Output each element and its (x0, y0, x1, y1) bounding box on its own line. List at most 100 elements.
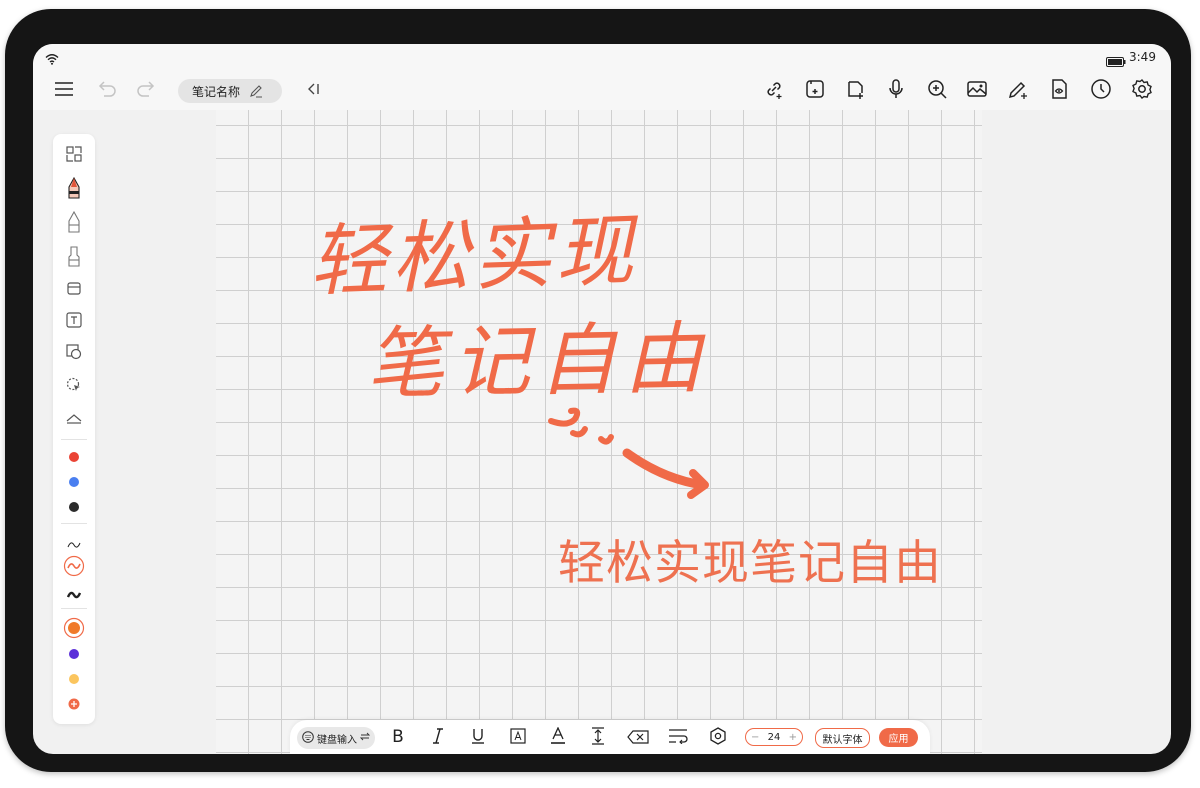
sidebar-divider (61, 608, 87, 609)
delete-button[interactable] (626, 726, 650, 750)
keyboard-grid-icon (302, 730, 314, 746)
marker-tool[interactable] (53, 245, 95, 271)
color-red-swatch[interactable] (53, 446, 95, 468)
link-add-icon (763, 78, 785, 104)
lasso-select-icon (66, 377, 82, 397)
layout-switch-icon (66, 146, 82, 166)
stroke-thick-option[interactable] (53, 582, 95, 604)
gear-icon (1131, 78, 1153, 104)
microphone-icon (885, 78, 907, 104)
zoom-in-icon (926, 78, 948, 104)
document-eye-icon (1048, 78, 1070, 104)
pencil-icon (66, 210, 82, 237)
font-size-increase[interactable]: + (789, 732, 797, 743)
fountain-pen-tool[interactable] (53, 176, 95, 203)
wave-medium-selected-icon (63, 555, 85, 581)
pencil-tool[interactable] (53, 210, 95, 237)
color-blue-swatch[interactable] (53, 471, 95, 493)
palette-purple-swatch[interactable] (53, 643, 95, 665)
redo-button[interactable] (134, 79, 158, 103)
handwritten-arrow[interactable] (543, 399, 713, 509)
undo-button[interactable] (95, 79, 119, 103)
wifi-icon (45, 50, 59, 69)
bold-icon: B (390, 727, 406, 749)
handwritten-text-line-2[interactable]: 笔记自由 (365, 296, 711, 414)
palette-yellow-dot (69, 674, 79, 684)
underline-button[interactable] (466, 726, 490, 750)
stroke-medium-option[interactable] (53, 555, 95, 581)
fountain-pen-icon (66, 176, 82, 203)
hexagon-settings-icon (709, 727, 727, 749)
font-size-value: 24 (767, 731, 781, 743)
lasso-select-tool[interactable] (53, 376, 95, 398)
add-page-button[interactable] (803, 79, 827, 103)
read-mode-button[interactable] (1047, 79, 1071, 103)
layout-tool-button[interactable] (53, 145, 95, 167)
text-color-button[interactable] (546, 726, 570, 750)
font-family-select[interactable]: 默认字体 (815, 728, 870, 748)
text-tool[interactable] (53, 311, 95, 333)
svg-text:B: B (392, 727, 404, 745)
stroke-thin-option[interactable] (53, 532, 95, 554)
marker-icon (66, 245, 82, 271)
line-height-button[interactable] (586, 726, 610, 750)
text-box-button[interactable] (506, 726, 530, 750)
triangle-ruler-icon (66, 409, 82, 428)
menu-button[interactable] (52, 79, 76, 103)
clock-icon (1090, 78, 1112, 104)
link-button[interactable] (762, 79, 786, 103)
history-button[interactable] (1089, 79, 1113, 103)
text-format-toolbar: 键盘输入 B − 24 + 默认字体 应用 (290, 720, 930, 754)
underline-icon (471, 727, 485, 749)
zoom-button[interactable] (925, 79, 949, 103)
handwritten-text-line-1[interactable]: 轻松实现 (307, 188, 639, 311)
palette-yellow-swatch[interactable] (53, 668, 95, 690)
note-name-field[interactable]: 笔记名称 (178, 79, 282, 103)
status-bar: 3:49 (33, 44, 1171, 70)
device-bezel: 3:49 笔记名称 轻松实现 笔记自由 轻松实现笔记自由 键盘输入 B − 24… (5, 9, 1191, 772)
line-height-icon (591, 727, 605, 749)
ruler-tool[interactable] (53, 407, 95, 429)
pen-add-button[interactable] (1006, 79, 1030, 103)
collapse-left-icon (305, 81, 321, 101)
edit-pencil-icon (249, 84, 263, 98)
settings-button[interactable] (1130, 79, 1154, 103)
font-size-decrease[interactable]: − (751, 732, 759, 743)
font-size-stepper[interactable]: − 24 + (745, 728, 803, 746)
color-black-swatch[interactable] (53, 496, 95, 518)
eraser-tool[interactable] (53, 279, 95, 301)
add-page-icon (804, 78, 826, 104)
palette-orange-swatch[interactable] (53, 617, 95, 641)
add-note-button[interactable] (843, 79, 867, 103)
sidebar-divider (61, 439, 87, 440)
voice-button[interactable] (884, 79, 908, 103)
pen-add-icon (1007, 78, 1029, 104)
collapse-panel-button[interactable] (301, 79, 325, 103)
text-settings-button[interactable] (706, 726, 730, 750)
screen: 3:49 笔记名称 轻松实现 笔记自由 轻松实现笔记自由 键盘输入 B − 24… (33, 44, 1171, 754)
keyboard-input-toggle[interactable]: 键盘输入 (297, 727, 375, 749)
apply-button[interactable]: 应用 (879, 728, 918, 747)
bold-button[interactable]: B (386, 726, 410, 750)
palette-purple-dot (69, 649, 79, 659)
wrap-text-button[interactable] (666, 726, 690, 750)
color-black-dot (69, 502, 79, 512)
keyboard-input-label: 键盘输入 (317, 734, 357, 746)
wave-thick-icon (66, 584, 82, 603)
menu-icon (54, 81, 74, 101)
tool-sidebar (53, 134, 95, 724)
text-color-icon (550, 726, 566, 749)
typed-text[interactable]: 轻松实现笔记自由 (558, 524, 942, 593)
wrap-text-icon (668, 728, 688, 748)
note-name-label: 笔记名称 (192, 84, 241, 99)
battery-icon (1106, 52, 1126, 71)
shape-tool[interactable] (53, 343, 95, 365)
top-toolbar: 笔记名称 (33, 70, 1171, 110)
add-color-button[interactable] (53, 693, 95, 715)
wave-thin-icon (67, 534, 81, 553)
eraser-icon (66, 280, 82, 300)
insert-image-button[interactable] (965, 79, 989, 103)
swap-icon (359, 732, 371, 744)
italic-button[interactable] (426, 726, 450, 750)
backspace-icon (627, 729, 649, 748)
